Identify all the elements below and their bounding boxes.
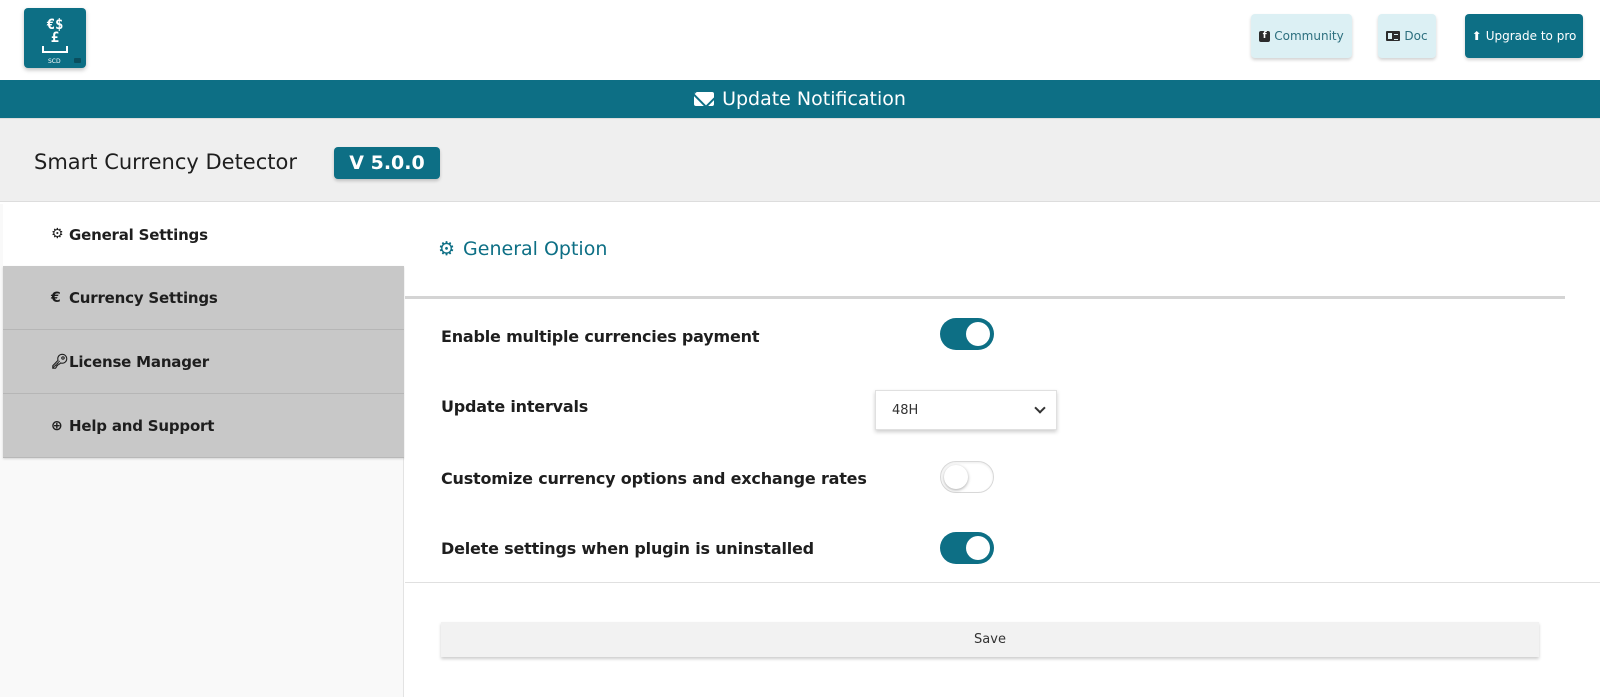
sidebar-item-label: Help and Support bbox=[69, 416, 215, 435]
plugin-header: Smart Currency Detector V 5.0.0 bbox=[0, 118, 1600, 202]
doc-button[interactable]: Doc bbox=[1378, 14, 1436, 58]
doc-label: Doc bbox=[1404, 29, 1428, 43]
community-label: Community bbox=[1274, 29, 1344, 43]
chevron-down-icon bbox=[1034, 402, 1046, 414]
toggle-knob bbox=[966, 536, 990, 560]
tray-icon bbox=[42, 46, 68, 53]
sidebar-item-label: General Settings bbox=[69, 226, 208, 244]
toggle-multiple-currencies[interactable] bbox=[940, 318, 994, 350]
update-intervals-select[interactable]: 48H bbox=[875, 390, 1057, 430]
option-label-multiple-currencies: Enable multiple currencies payment bbox=[441, 327, 760, 346]
lifebuoy-icon: ⊕ bbox=[51, 417, 63, 434]
upgrade-button[interactable]: ⬆ Upgrade to pro bbox=[1465, 14, 1583, 58]
sidebar: ⚙ General Settings € Currency Settings 🔑… bbox=[0, 204, 404, 697]
sidebar-item-label: Currency Settings bbox=[69, 288, 218, 307]
divider bbox=[405, 582, 1600, 583]
section-title-label: General Option bbox=[463, 238, 608, 260]
sidebar-item-label: License Manager bbox=[69, 352, 209, 371]
save-button[interactable]: Save bbox=[441, 622, 1539, 657]
cart-icon bbox=[74, 58, 81, 63]
facebook-icon: f bbox=[1259, 30, 1271, 42]
option-label-delete-settings: Delete settings when plugin is uninstall… bbox=[441, 539, 814, 558]
top-bar: €$ £ SCD f Community Doc ⬆ Upgrade to pro bbox=[0, 0, 1600, 80]
section-title: ⚙ General Option bbox=[438, 238, 607, 260]
toggle-customize-currency[interactable] bbox=[940, 461, 994, 493]
currency-symbols-icon: €$ £ bbox=[46, 17, 64, 46]
toggle-knob bbox=[944, 465, 968, 489]
version-badge: V 5.0.0 bbox=[334, 147, 440, 179]
page-title: Smart Currency Detector bbox=[34, 150, 297, 174]
option-label-customize-currency: Customize currency options and exchange … bbox=[441, 469, 867, 488]
select-value: 48H bbox=[892, 402, 919, 418]
notification-label: Update Notification bbox=[722, 88, 906, 110]
upgrade-label: Upgrade to pro bbox=[1485, 29, 1577, 43]
gear-icon: ⚙ bbox=[51, 226, 64, 242]
euro-icon: € bbox=[51, 289, 61, 306]
main-panel: ⚙ General Option Enable multiple currenc… bbox=[405, 204, 1600, 697]
sidebar-item-help-and-support[interactable]: ⊕ Help and Support bbox=[3, 394, 404, 458]
option-label-update-intervals: Update intervals bbox=[441, 397, 589, 416]
key-icon: 🔑︎ bbox=[51, 353, 69, 370]
update-notification-bar[interactable]: Update Notification bbox=[0, 80, 1600, 118]
toggle-knob bbox=[966, 322, 990, 346]
section-header: ⚙ General Option bbox=[405, 204, 1565, 299]
sidebar-item-general-settings[interactable]: ⚙ General Settings bbox=[3, 204, 404, 266]
toggle-delete-settings[interactable] bbox=[940, 532, 994, 564]
doc-icon bbox=[1386, 31, 1401, 41]
app-logo[interactable]: €$ £ SCD bbox=[24, 8, 86, 68]
sidebar-item-currency-settings[interactable]: € Currency Settings bbox=[3, 266, 404, 330]
envelope-icon bbox=[694, 92, 715, 106]
community-button[interactable]: f Community bbox=[1251, 14, 1352, 58]
gear-icon: ⚙ bbox=[438, 238, 456, 260]
sidebar-item-license-manager[interactable]: 🔑︎ License Manager bbox=[3, 330, 404, 394]
upload-icon: ⬆ bbox=[1471, 29, 1482, 43]
